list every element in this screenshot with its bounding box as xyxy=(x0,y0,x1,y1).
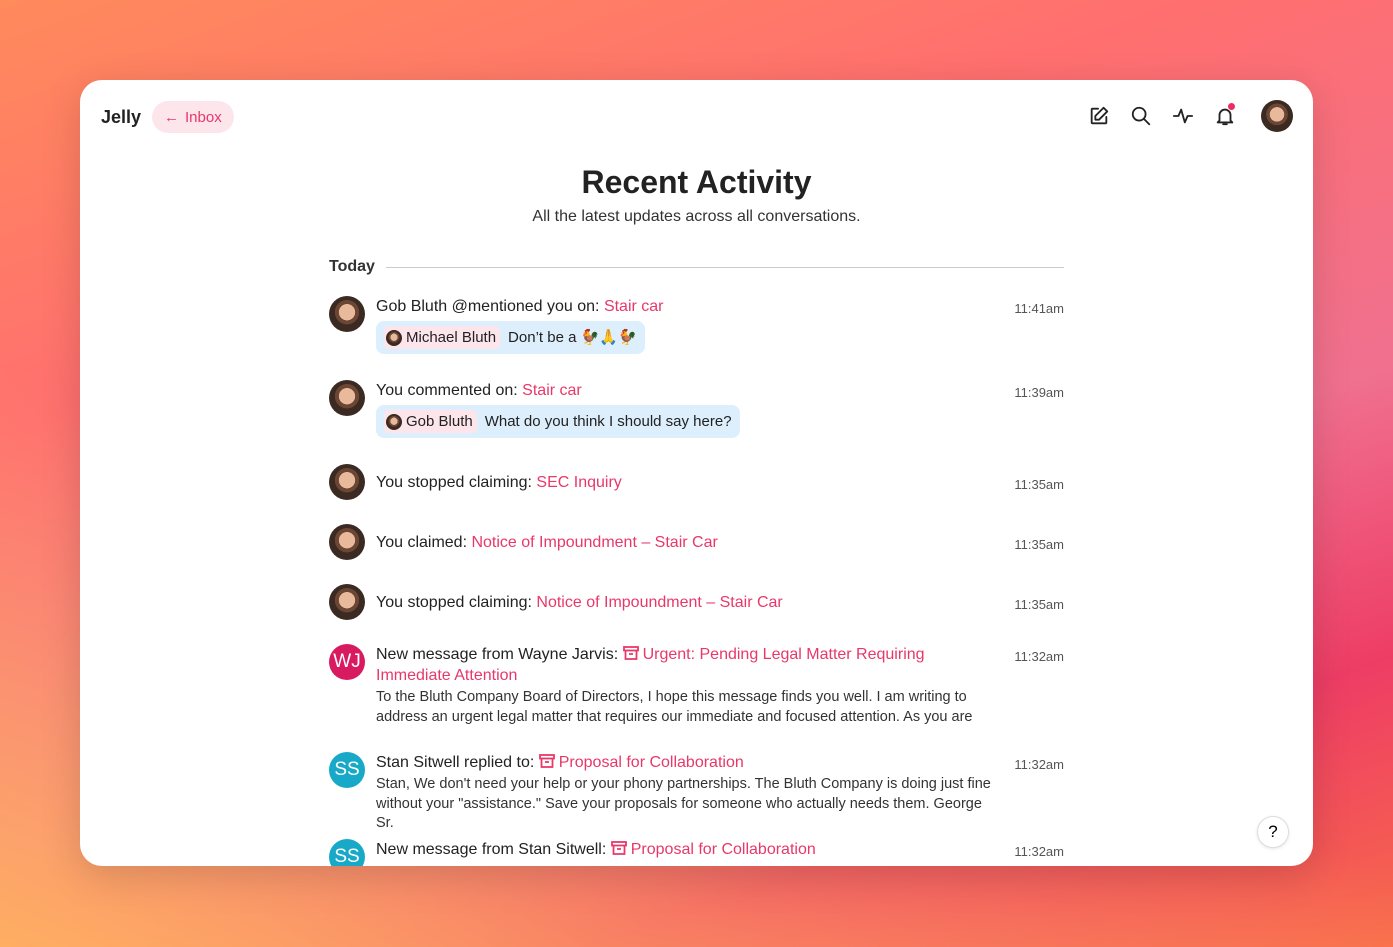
activity-icon[interactable] xyxy=(1171,104,1195,128)
activity-window: Jelly ← Inbox Recent Activity All the la… xyxy=(80,80,1313,866)
conversation-link[interactable]: Proposal for Collaboration xyxy=(631,841,816,858)
activity-text: Stan Sitwell replied to: xyxy=(376,754,539,771)
avatar-initials: WJ xyxy=(329,644,365,680)
activity-item[interactable]: You claimed: Notice of Impoundment – Sta… xyxy=(329,524,1064,560)
message-snippet: To the Bluth Company Board of Directors,… xyxy=(376,689,973,725)
activity-item[interactable]: Gob Bluth @mentioned you on: Stair car M… xyxy=(329,296,1064,354)
activity-text: You commented on: xyxy=(376,382,523,399)
quote-text: What do you think I should say here? xyxy=(484,413,732,430)
avatar xyxy=(329,464,365,500)
app-logo[interactable]: Jelly xyxy=(101,107,141,128)
activity-text: You stopped claiming: xyxy=(376,474,537,491)
archive-icon xyxy=(622,645,639,660)
notification-dot xyxy=(1227,102,1236,111)
page-subtitle: All the latest updates across all conver… xyxy=(532,208,861,225)
quote-author: Gob Bluth xyxy=(406,413,473,430)
conversation-link[interactable]: Notice of Impoundment – Stair Car xyxy=(471,534,717,551)
page-title: Recent Activity xyxy=(581,164,812,200)
activity-item[interactable]: You stopped claiming: Notice of Impoundm… xyxy=(329,584,1064,620)
conversation-link[interactable]: Proposal for Collaboration xyxy=(559,754,744,771)
section-heading: Today xyxy=(329,258,375,275)
avatar xyxy=(329,584,365,620)
search-icon[interactable] xyxy=(1129,104,1153,128)
timestamp: 11:32am xyxy=(1014,649,1064,664)
quote-author: Michael Bluth xyxy=(406,329,497,346)
timestamp: 11:35am xyxy=(1014,477,1064,492)
timestamp: 11:32am xyxy=(1014,757,1064,772)
archive-icon xyxy=(538,753,555,768)
quote-text: Don’t be a 🐓🙏🐓 xyxy=(508,329,637,346)
back-label: Inbox xyxy=(185,108,222,126)
timestamp: 11:32am xyxy=(1014,844,1064,859)
activity-item[interactable]: WJ New message from Wayne Jarvis: Urgent… xyxy=(329,644,1064,727)
divider xyxy=(386,267,1064,268)
activity-text: New message from Stan Sitwell: xyxy=(376,841,611,858)
timestamp: 11:35am xyxy=(1014,597,1064,612)
archive-icon xyxy=(610,840,627,855)
back-to-inbox-button[interactable]: ← Inbox xyxy=(152,101,234,133)
timestamp: 11:39am xyxy=(1014,385,1064,400)
timestamp: 11:35am xyxy=(1014,537,1064,552)
arrow-left-icon: ← xyxy=(164,108,179,126)
activity-item[interactable]: SS New message from Stan Sitwell: Propos… xyxy=(329,839,1064,866)
help-button[interactable]: ? xyxy=(1257,816,1289,848)
avatar xyxy=(329,524,365,560)
activity-item[interactable]: You commented on: Stair car Gob Bluth Wha… xyxy=(329,380,1064,438)
quote-preview: Michael Bluth Don’t be a 🐓🙏🐓 xyxy=(376,321,645,354)
compose-icon[interactable] xyxy=(1087,104,1111,128)
user-avatar[interactable] xyxy=(1261,100,1293,132)
activity-text: You stopped claiming: xyxy=(376,594,537,611)
activity-item[interactable]: You stopped claiming: SEC Inquiry 11:35a… xyxy=(329,464,1064,500)
avatar xyxy=(386,413,402,430)
message-snippet: Stan, We don't need your help or your ph… xyxy=(376,776,991,831)
timestamp: 11:41am xyxy=(1014,301,1064,316)
conversation-link[interactable]: Stair car xyxy=(522,382,582,399)
conversation-link[interactable]: SEC Inquiry xyxy=(536,474,621,491)
avatar xyxy=(386,329,402,346)
avatar xyxy=(329,296,365,332)
conversation-link[interactable]: Stair car xyxy=(604,298,664,315)
activity-text: Gob Bluth @mentioned you on: xyxy=(376,298,604,315)
mention-chip: Michael Bluth xyxy=(384,326,501,349)
activity-text: You claimed: xyxy=(376,534,472,551)
activity-text: New message from Wayne Jarvis: xyxy=(376,646,623,663)
avatar-initials: SS xyxy=(329,752,365,788)
avatar-initials: SS xyxy=(329,839,365,866)
mention-chip: Gob Bluth xyxy=(384,410,477,433)
bell-icon[interactable] xyxy=(1213,102,1237,128)
activity-item[interactable]: SS Stan Sitwell replied to: Proposal for… xyxy=(329,752,1064,834)
avatar xyxy=(329,380,365,416)
conversation-link[interactable]: Notice of Impoundment – Stair Car xyxy=(536,594,782,611)
quote-preview: Gob Bluth What do you think I should say … xyxy=(376,405,740,438)
